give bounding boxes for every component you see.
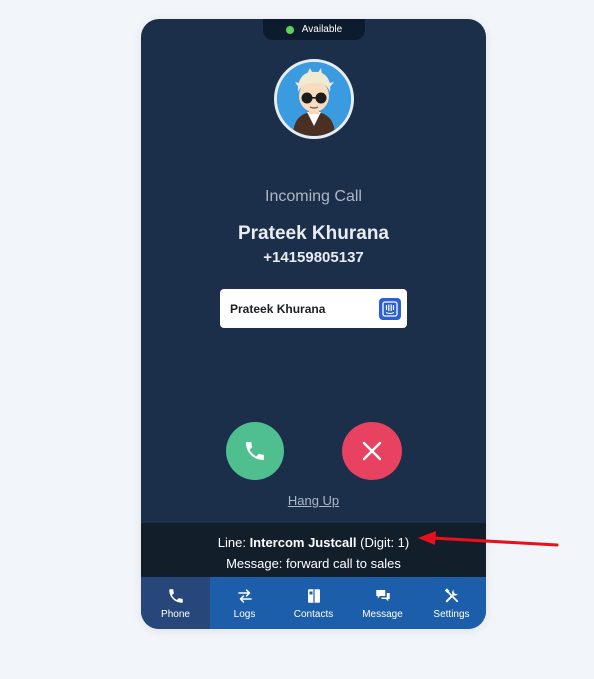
line-name: Intercom Justcall <box>249 535 357 550</box>
status-dot <box>285 25 294 34</box>
phone-icon <box>168 588 183 603</box>
close-icon <box>362 441 382 461</box>
line-message: Message: forward call to sales <box>226 556 401 571</box>
crm-contact-name: Prateek Khurana <box>230 301 326 316</box>
nav-label-contacts: Contacts <box>293 608 334 620</box>
chat-bubbles-icon <box>375 589 390 601</box>
intercom-icon[interactable] <box>379 297 401 320</box>
decline-call-button[interactable] <box>342 422 402 480</box>
nav-label-logs: Logs <box>233 608 256 620</box>
nav-tab-phone[interactable]: Phone <box>141 577 210 629</box>
hang-up-link[interactable]: Hang Up <box>141 493 486 508</box>
tools-icon <box>444 587 458 602</box>
phone-icon <box>246 442 264 460</box>
nav-label-phone: Phone <box>161 608 190 620</box>
caller-number: +14159805137 <box>263 249 364 266</box>
nav-tab-message[interactable]: Message <box>348 577 417 629</box>
crm-contact-card[interactable]: Prateek Khurana <box>220 289 407 328</box>
availability-status[interactable]: Available <box>263 19 365 40</box>
swap-arrows-icon <box>237 588 252 603</box>
nav-tab-contacts[interactable]: Contacts <box>279 577 348 629</box>
call-state-label: Incoming Call <box>265 188 362 205</box>
line-digit: (Digit: 1) <box>360 535 410 550</box>
accept-call-button[interactable] <box>226 422 284 480</box>
nav-tab-logs[interactable]: Logs <box>210 577 279 629</box>
line-prefix: Line: <box>217 535 246 550</box>
nav-tab-settings[interactable]: Settings <box>417 577 486 629</box>
caller-name: Prateek Khurana <box>237 223 389 244</box>
status-label: Available <box>301 24 343 35</box>
caller-avatar <box>274 59 354 139</box>
nav-label-settings: Settings <box>433 608 470 620</box>
cartoon-person-avatar-icon <box>277 62 351 136</box>
annotation-arrow-icon <box>418 531 559 547</box>
nav-label-message: Message <box>362 608 403 620</box>
contacts-book-icon <box>307 588 320 603</box>
bottom-nav: Phone Logs Contacts Message Settings <box>141 577 486 629</box>
